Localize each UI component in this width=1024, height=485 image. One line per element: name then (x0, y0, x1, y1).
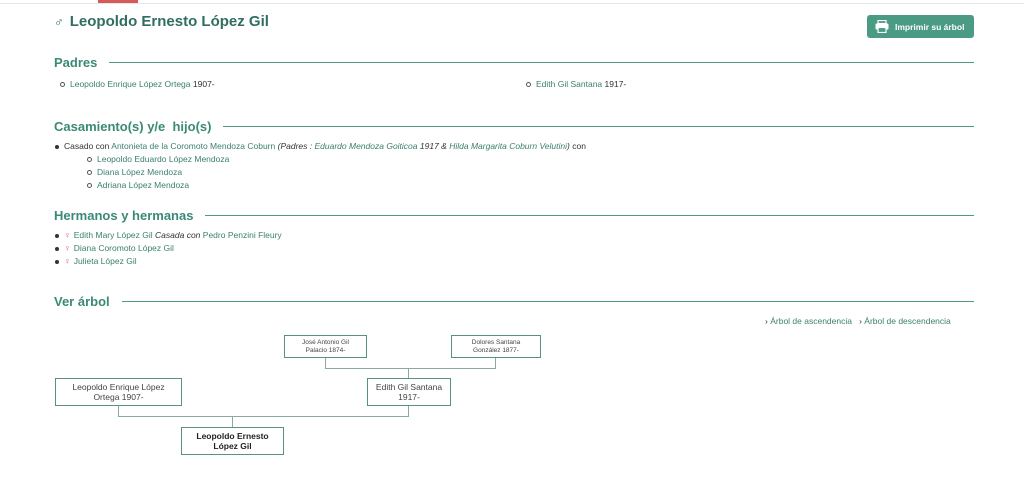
person-name: Leopoldo Ernesto López Gil (69, 13, 269, 30)
link-sibling-1-spouse[interactable]: Pedro Penzini Fleury (203, 230, 282, 240)
link-spouse[interactable]: Antonieta de la Coromoto Mendoza Coburn (111, 141, 275, 151)
tree-node-self[interactable]: Leopoldo Ernesto López Gil (181, 427, 284, 455)
link-sibling-1[interactable]: Edith Mary López Gil (74, 230, 153, 240)
chevron-right-icon: › (859, 316, 862, 326)
female-icon: ♀ (64, 256, 71, 266)
link-spouse-father[interactable]: Eduardo Mendoza Goiticoa (315, 141, 418, 151)
child-item: Diana López Mendoza (87, 167, 182, 177)
section-tree: Ver árbol (54, 291, 974, 311)
section-title-marriages: Casamiento(s) y/e hijo(s) (54, 118, 212, 134)
link-mother[interactable]: Edith Gil Santana (536, 79, 602, 89)
section-title-tree: Ver árbol (54, 293, 110, 309)
parent-mother: Edith Gil Santana 1917- (526, 79, 626, 89)
section-rule (121, 300, 974, 302)
page-title: ♂ Leopoldo Ernesto López Gil (54, 13, 269, 30)
male-icon: ♂ (54, 14, 64, 29)
tree-node-mother[interactable]: Edith Gil Santana 1917- (367, 378, 451, 406)
tree-connector (325, 368, 496, 369)
print-button-label: Imprimir su árbol (895, 21, 965, 32)
printer-icon (875, 20, 889, 33)
parent-father: Leopoldo Enrique López Ortega 1907- (60, 79, 215, 89)
tree-connector (118, 406, 119, 416)
link-child-2[interactable]: Diana López Mendoza (97, 167, 182, 177)
section-rule (109, 61, 974, 63)
sibling-item: ♀ Julieta López Gil (55, 256, 137, 266)
section-title-parents: Padres (54, 54, 98, 70)
marriage-line: Casado con Antonieta de la Coromoto Mend… (55, 141, 586, 151)
link-sibling-2[interactable]: Diana Coromoto López Gil (74, 243, 174, 253)
section-rule (223, 125, 974, 127)
tree-connector (118, 416, 409, 417)
tree-node-father[interactable]: Leopoldo Enrique López Ortega 1907- (55, 378, 182, 406)
female-icon: ♀ (64, 243, 71, 253)
link-spouse-mother[interactable]: Hilda Margarita Coburn Velutini (449, 141, 567, 151)
sibling-item: ♀ Diana Coromoto López Gil (55, 243, 174, 253)
child-item: Leopoldo Eduardo López Mendoza (87, 154, 229, 164)
active-tab-indicator (98, 0, 138, 3)
tree-connector (325, 358, 326, 368)
section-parents: Padres (54, 52, 974, 72)
tree-node-grandfather[interactable]: José Antonio Gil Palacio 1874- (284, 335, 367, 358)
top-bar (0, 0, 1024, 4)
tree-links: › Árbol de ascendencia › Árbol de descen… (765, 316, 951, 326)
female-icon: ♀ (64, 230, 71, 240)
section-title-siblings: Hermanos y hermanas (54, 207, 194, 223)
tree-connector (408, 406, 409, 416)
tree-connector (408, 368, 409, 378)
sibling-item: ♀ Edith Mary López Gil Casada con Pedro P… (55, 230, 282, 240)
link-sibling-3[interactable]: Julieta López Gil (74, 256, 137, 266)
print-tree-button[interactable]: Imprimir su árbol (867, 15, 974, 38)
child-item: Adriana López Mendoza (87, 180, 189, 190)
link-descendencia[interactable]: Árbol de descendencia (864, 316, 950, 326)
tree-node-grandmother[interactable]: Dolores Santana González 1877- (451, 335, 541, 358)
link-child-1[interactable]: Leopoldo Eduardo López Mendoza (97, 154, 229, 164)
section-siblings: Hermanos y hermanas (54, 205, 974, 225)
tree-connector (232, 416, 233, 427)
link-ascendencia[interactable]: Árbol de ascendencia (770, 316, 852, 326)
link-father[interactable]: Leopoldo Enrique López Ortega (70, 79, 191, 89)
section-marriages: Casamiento(s) y/e hijo(s) (54, 116, 974, 136)
link-child-3[interactable]: Adriana López Mendoza (97, 180, 189, 190)
tree-connector (495, 358, 496, 368)
chevron-right-icon: › (765, 316, 768, 326)
section-rule (205, 214, 974, 216)
